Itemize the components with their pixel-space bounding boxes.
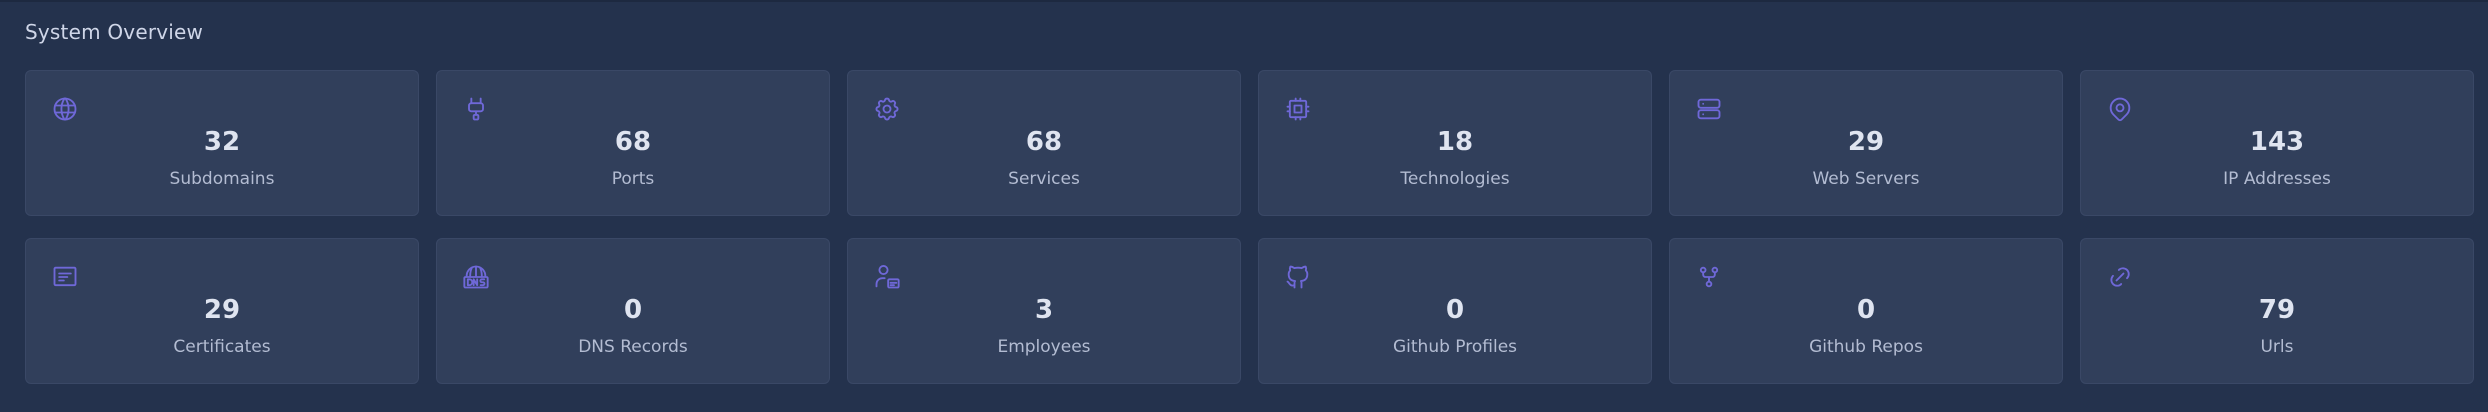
cpu-icon <box>1284 95 1312 123</box>
card-count: 143 <box>2249 127 2305 157</box>
card-ports[interactable]: 68 Ports <box>436 70 830 216</box>
card-ip-addresses[interactable]: 143 IP Addresses <box>2080 70 2474 216</box>
card-label: Technologies <box>1400 169 1510 189</box>
dns-icon <box>462 263 490 291</box>
card-github-repos[interactable]: 0 Github Repos <box>1669 238 2063 384</box>
plug-icon <box>462 95 490 123</box>
link-icon <box>2106 263 2134 291</box>
card-employees[interactable]: 3 Employees <box>847 238 1241 384</box>
server-icon <box>1695 95 1723 123</box>
card-label: Certificates <box>173 337 271 357</box>
card-label: Github Repos <box>1809 337 1923 357</box>
github-icon <box>1284 263 1312 291</box>
map-pin-icon <box>2106 95 2134 123</box>
card-count: 68 <box>1025 127 1063 157</box>
card-count: 32 <box>203 127 241 157</box>
card-label: Subdomains <box>169 169 275 189</box>
card-github-profiles[interactable]: 0 Github Profiles <box>1258 238 1652 384</box>
card-label: Urls <box>2260 337 2294 357</box>
section-title: System Overview <box>25 20 204 44</box>
certificate-icon <box>51 263 79 291</box>
card-label: Employees <box>997 337 1091 357</box>
card-urls[interactable]: 79 Urls <box>2080 238 2474 384</box>
card-count: 0 <box>1856 295 1876 325</box>
card-services[interactable]: 68 Services <box>847 70 1241 216</box>
card-label: Ports <box>611 169 655 189</box>
git-fork-icon <box>1695 263 1723 291</box>
card-count: 18 <box>1436 127 1474 157</box>
system-overview-panel: System Overview 32 Subdomains 68 Ports 6… <box>0 0 2488 412</box>
card-label: Github Profiles <box>1392 337 1518 357</box>
gear-icon <box>873 95 901 123</box>
card-count: 0 <box>1445 295 1465 325</box>
card-label: IP Addresses <box>2223 169 2331 189</box>
user-badge-icon <box>873 263 901 291</box>
card-subdomains[interactable]: 32 Subdomains <box>25 70 419 216</box>
card-label: DNS Records <box>578 337 688 357</box>
card-label: Services <box>1008 169 1080 189</box>
card-dns-records[interactable]: 0 DNS Records <box>436 238 830 384</box>
stats-grid: 32 Subdomains 68 Ports 68 Services 18 Te… <box>25 70 2474 384</box>
card-technologies[interactable]: 18 Technologies <box>1258 70 1652 216</box>
globe-icon <box>51 95 79 123</box>
card-web-servers[interactable]: 29 Web Servers <box>1669 70 2063 216</box>
card-label: Web Servers <box>1812 169 1920 189</box>
card-count: 68 <box>614 127 652 157</box>
card-certificates[interactable]: 29 Certificates <box>25 238 419 384</box>
card-count: 29 <box>1847 127 1885 157</box>
card-count: 3 <box>1034 295 1054 325</box>
card-count: 29 <box>203 295 241 325</box>
card-count: 0 <box>623 295 643 325</box>
card-count: 79 <box>2258 295 2296 325</box>
